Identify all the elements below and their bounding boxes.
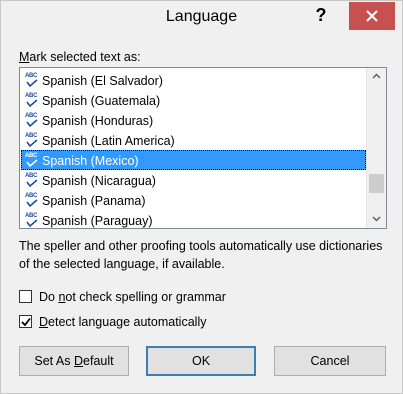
- help-button[interactable]: ?: [306, 1, 336, 31]
- spell-check-icon: ABC: [24, 93, 40, 109]
- spell-check-icon: ABC: [24, 113, 40, 129]
- scroll-up-button[interactable]: [367, 68, 386, 85]
- spell-check-icon: ABC: [24, 133, 40, 149]
- no-check-spelling-checkbox[interactable]: [19, 290, 32, 303]
- list-item-language[interactable]: ABC Spanish (Latin America): [21, 130, 366, 150]
- cancel-button[interactable]: Cancel: [274, 346, 386, 376]
- language-list: ABC Spanish (El Salvador) ABC Spanish (G…: [21, 70, 366, 228]
- list-item-label: Spanish (Honduras): [42, 114, 154, 128]
- list-item-language[interactable]: ABC Spanish (El Salvador): [21, 70, 366, 90]
- list-item-language[interactable]: ABC Spanish (Guatemala): [21, 90, 366, 110]
- checkmark-icon: [21, 317, 31, 327]
- list-item-label: Spanish (Paraguay): [42, 214, 153, 228]
- close-button[interactable]: [349, 2, 395, 30]
- close-icon: [366, 10, 378, 22]
- list-item-language[interactable]: ABC Spanish (Honduras): [21, 110, 366, 130]
- list-item-language[interactable]: ABC Spanish (Nicaragua): [21, 170, 366, 190]
- list-item-label: Spanish (El Salvador): [42, 74, 163, 88]
- chevron-up-icon: [372, 73, 381, 79]
- detect-language-label[interactable]: Detect language automatically: [39, 314, 206, 330]
- spell-check-icon: ABC: [24, 213, 40, 228]
- scroll-down-button[interactable]: [367, 211, 386, 228]
- set-as-default-button[interactable]: Set As Default: [19, 346, 129, 376]
- spell-check-icon: ABC: [24, 173, 40, 189]
- spell-check-icon: ABC: [24, 193, 40, 209]
- list-item-language-selected[interactable]: ABC Spanish (Mexico): [21, 150, 366, 170]
- list-item-label: Spanish (Nicaragua): [42, 174, 156, 188]
- list-item-label: Spanish (Mexico): [42, 154, 139, 168]
- list-item-label: Spanish (Guatemala): [42, 94, 161, 108]
- spell-check-icon: ABC: [24, 73, 40, 89]
- language-listbox[interactable]: ABC Spanish (El Salvador) ABC Spanish (G…: [19, 67, 387, 229]
- description-text: The speller and other proofing tools aut…: [19, 239, 383, 271]
- ok-button[interactable]: OK: [146, 346, 256, 376]
- spell-check-icon: ABC: [24, 153, 40, 169]
- dialog-title: Language: [165, 8, 238, 25]
- list-item-label: Spanish (Panama): [42, 194, 146, 208]
- list-item-language[interactable]: ABC Spanish (Paraguay): [21, 210, 366, 228]
- detect-language-checkbox[interactable]: [19, 315, 32, 328]
- vertical-scrollbar[interactable]: [366, 68, 386, 228]
- list-item-language[interactable]: ABC Spanish (Panama): [21, 190, 366, 210]
- language-dialog: Language ? Mark selected text as: ABC Sp…: [0, 0, 403, 394]
- list-item-label: Spanish (Latin America): [42, 134, 175, 148]
- scroll-thumb[interactable]: [369, 174, 384, 193]
- no-check-spelling-label[interactable]: Do not check spelling or grammar: [39, 289, 226, 305]
- mark-selected-label: Mark selected text as:: [19, 50, 141, 64]
- title-bar: Language ?: [1, 1, 402, 33]
- chevron-down-icon: [372, 216, 381, 222]
